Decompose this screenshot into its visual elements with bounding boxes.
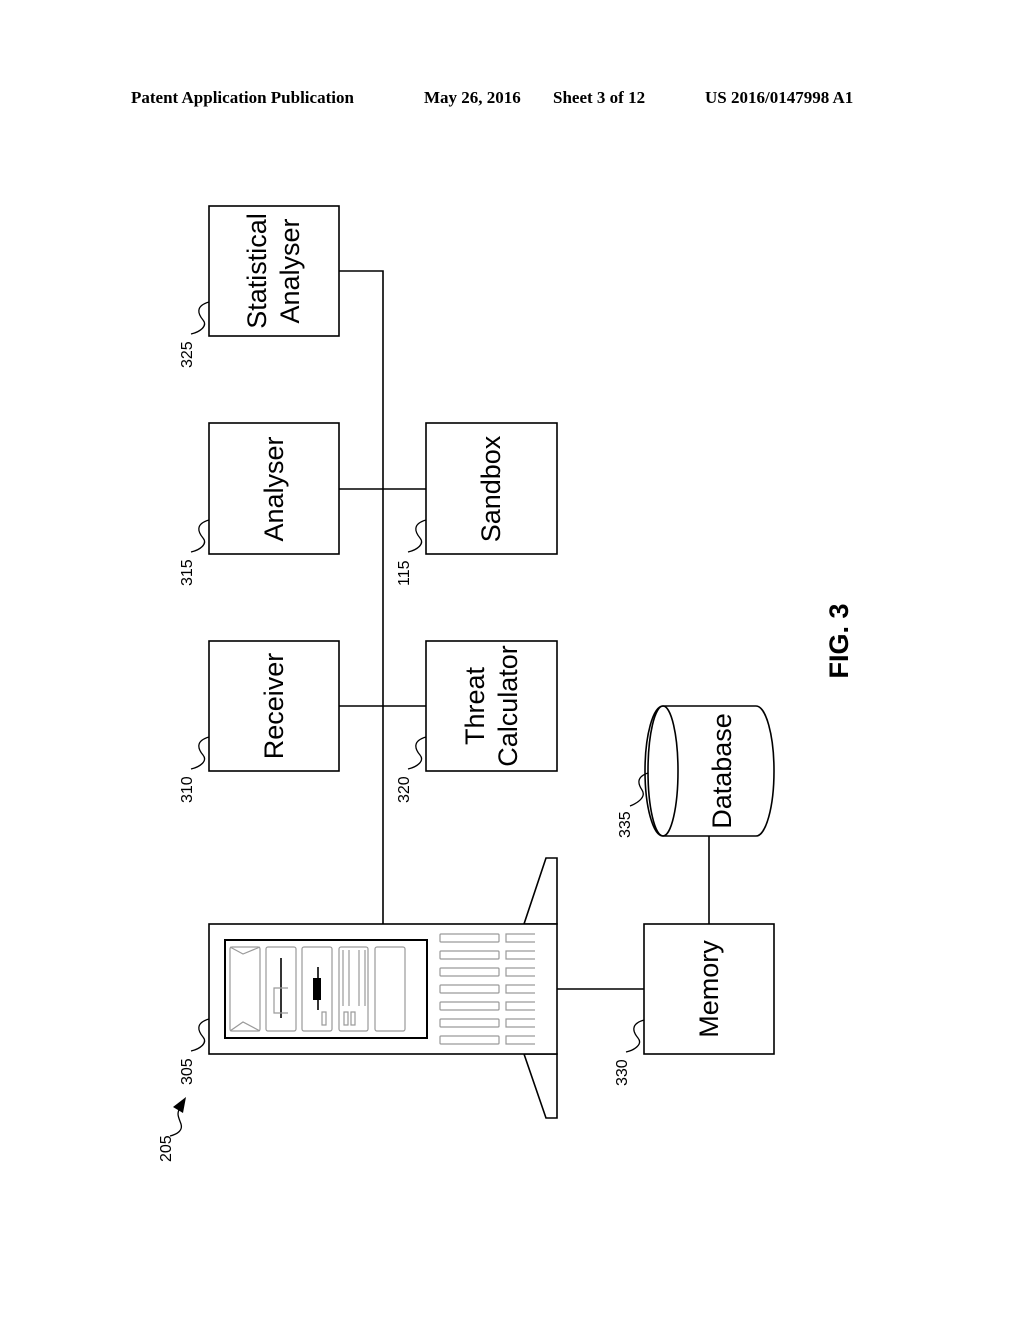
ref-205: 205 — [158, 1135, 175, 1162]
sandbox-block: Sandbox 115 — [396, 422, 558, 586]
ref-115: 115 — [396, 560, 413, 586]
analyser-label: Analyser — [259, 436, 289, 541]
statistical-analyser-box — [208, 205, 340, 337]
threat-calculator-block: Threat Calculator 320 — [396, 640, 558, 803]
statistical-analyser-label-2: Analyser — [275, 218, 305, 323]
memory-label: Memory — [694, 940, 724, 1038]
ref-leader-320 — [407, 736, 427, 770]
ref-leader-115 — [407, 519, 427, 553]
ref-310: 310 — [179, 776, 196, 803]
sandbox-label: Sandbox — [476, 435, 506, 542]
database-label: Database — [707, 713, 737, 829]
memory-block: Memory 330 — [614, 923, 775, 1086]
figure-diagram: Statistical Analyser 325 Analyser 315 Re… — [158, 205, 854, 1162]
ref-leader-205 — [169, 1107, 183, 1137]
ref-315: 315 — [179, 559, 196, 586]
connection-lines — [339, 270, 710, 990]
arrow-icon — [173, 1097, 186, 1113]
ref-325: 325 — [179, 341, 196, 368]
ref-leader-315 — [190, 519, 210, 553]
threat-calculator-label-2: Calculator — [493, 645, 523, 767]
statistical-analyser-block: Statistical Analyser 325 — [179, 205, 340, 368]
server-block: 305 — [179, 857, 558, 1119]
receiver-label: Receiver — [259, 653, 289, 760]
server-body — [208, 923, 558, 1055]
ref-leader-305 — [190, 1018, 210, 1052]
threat-calculator-box — [425, 640, 558, 772]
server-bay-detail — [313, 978, 321, 1000]
database-block: Database 335 — [617, 705, 775, 838]
system-ref-group: 205 — [158, 1097, 186, 1162]
ref-leader-310 — [190, 736, 210, 770]
server-foot-bottom — [522, 1053, 558, 1119]
figure-title: FIG. 3 — [824, 603, 854, 678]
statistical-analyser-label-1: Statistical — [242, 213, 272, 329]
ref-335: 335 — [617, 811, 634, 838]
bus-line — [339, 270, 384, 924]
receiver-block: Receiver 310 — [179, 640, 340, 803]
ref-320: 320 — [396, 776, 413, 803]
threat-calculator-label-1: Threat — [460, 666, 490, 745]
ref-leader-330 — [625, 1019, 645, 1053]
analyser-block: Analyser 315 — [179, 422, 340, 586]
ref-330: 330 — [614, 1059, 631, 1086]
ref-305: 305 — [179, 1058, 196, 1085]
ref-leader-325 — [190, 301, 210, 335]
server-foot-top — [522, 857, 558, 925]
